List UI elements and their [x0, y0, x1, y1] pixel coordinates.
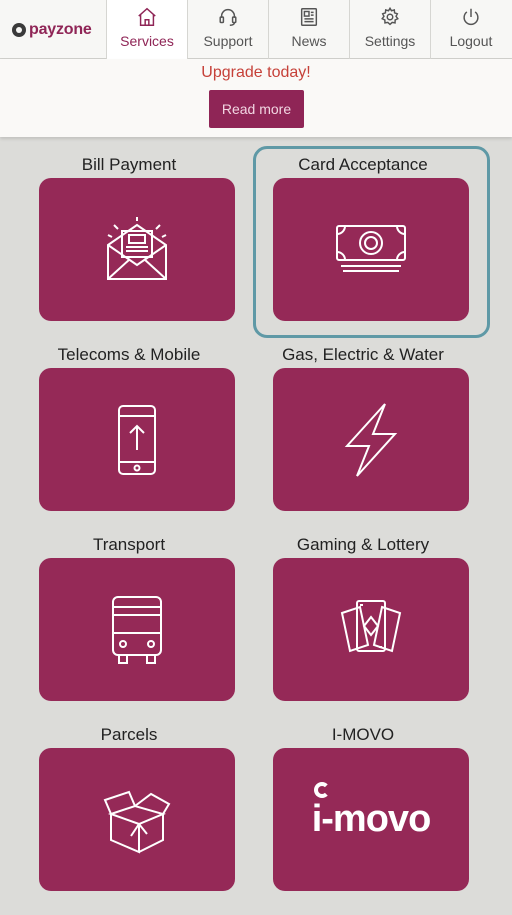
- newspaper-icon: [300, 8, 318, 26]
- nav-news[interactable]: News: [269, 0, 350, 59]
- payzone-logo[interactable]: payzone: [0, 0, 107, 59]
- home-icon: [138, 7, 156, 26]
- gear-icon: [381, 6, 399, 26]
- headset-icon: [219, 8, 237, 26]
- banknote-icon: [336, 224, 406, 272]
- i-movo-logo: i-movo: [311, 782, 432, 841]
- service-tile-transport[interactable]: [39, 558, 235, 701]
- nav-settings-label: Settings: [364, 33, 416, 49]
- service-title-gas-electric-water: Gas, Electric & Water: [282, 345, 444, 364]
- service-tile-telecoms-mobile[interactable]: [39, 368, 235, 511]
- nav-services[interactable]: Services: [107, 0, 188, 59]
- service-title-transport: Transport: [92, 535, 166, 554]
- service-title-bill-payment: Bill Payment: [81, 155, 177, 174]
- service-tile-i-movo[interactable]: i-movo: [273, 748, 469, 891]
- power-icon: [463, 8, 479, 26]
- nav-services-label: Services: [120, 33, 174, 49]
- service-tile-parcels[interactable]: [39, 748, 235, 891]
- service-title-i-movo: I-MOVO: [331, 725, 395, 744]
- nav-logout-label: Logout: [449, 33, 493, 49]
- service-tile-gas-electric-water[interactable]: [273, 368, 469, 511]
- envelope-bill-icon: [107, 216, 167, 280]
- top-navigation: payzone Services Support News Settings L…: [0, 0, 512, 59]
- service-title-card-acceptance: Card Acceptance: [298, 155, 428, 174]
- service-tile-bill-payment[interactable]: [39, 178, 235, 321]
- nav-news-label: News: [291, 33, 327, 49]
- upgrade-banner: Upgrade today! Read more: [0, 59, 512, 137]
- mobile-phone-icon: [118, 404, 156, 475]
- i-movo-logo-mark: [313, 782, 330, 798]
- i-movo-logo-text: i-movo: [311, 798, 432, 840]
- box-icon: [103, 790, 171, 854]
- nav-support[interactable]: Support: [188, 0, 269, 59]
- nav-support-label: Support: [203, 33, 253, 49]
- nav-logout[interactable]: Logout: [431, 0, 511, 59]
- payzone-logo-mark: [12, 22, 26, 37]
- nav-settings[interactable]: Settings: [350, 0, 431, 59]
- service-title-gaming-lottery: Gaming & Lottery: [296, 535, 430, 554]
- service-tile-gaming-lottery[interactable]: [273, 558, 469, 701]
- upgrade-text: Upgrade today!: [201, 64, 311, 81]
- service-tile-card-acceptance[interactable]: [273, 178, 469, 321]
- playing-cards-icon: [340, 599, 402, 652]
- service-title-telecoms-mobile: Telecoms & Mobile: [57, 345, 201, 364]
- lightning-icon: [344, 402, 398, 477]
- payzone-logo-text: payzone: [29, 20, 92, 38]
- read-more-button[interactable]: Read more: [209, 90, 304, 128]
- service-title-parcels: Parcels: [100, 725, 158, 744]
- bus-icon: [112, 595, 162, 664]
